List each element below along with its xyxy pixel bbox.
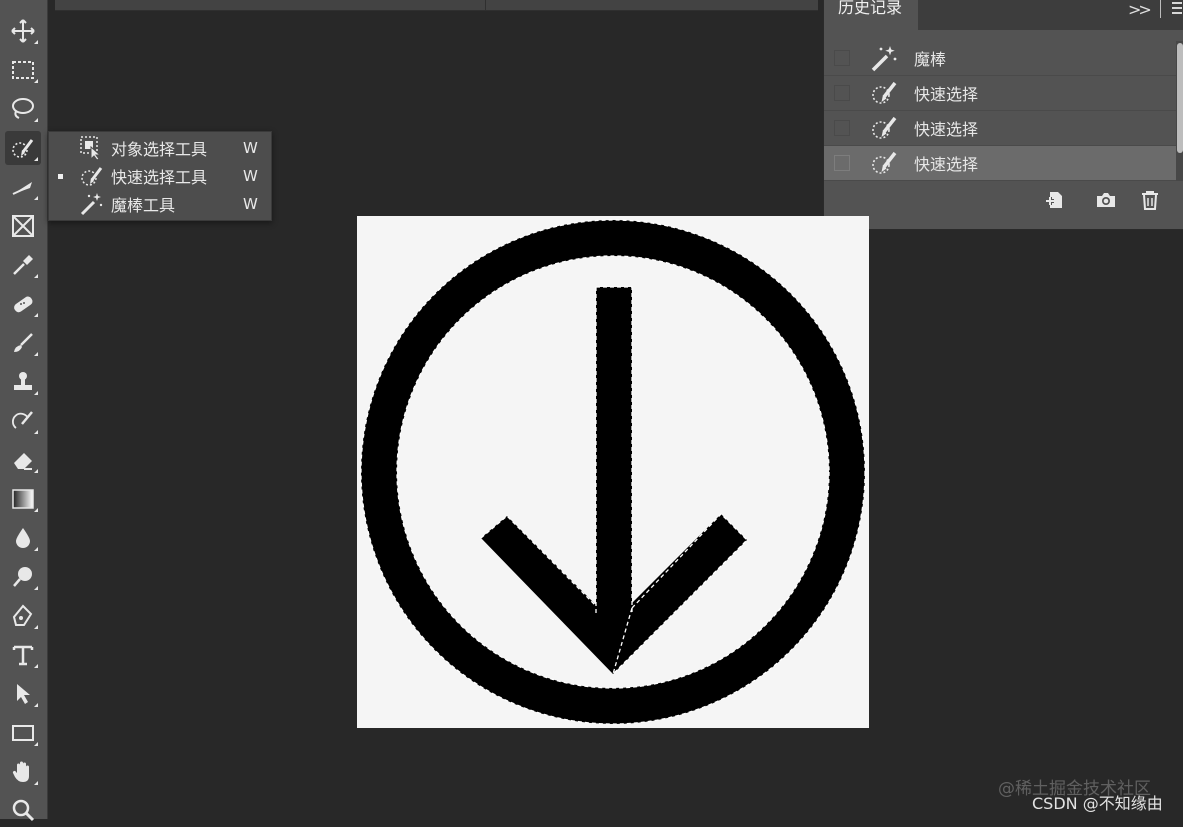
trash-icon[interactable]	[1139, 189, 1161, 211]
history-item-label: 快速选择	[914, 120, 979, 139]
panel-menu-icon[interactable]	[1172, 2, 1182, 17]
history-item-label: 魔棒	[914, 50, 947, 69]
blur-tool[interactable]	[5, 521, 41, 555]
history-panel-footer	[824, 182, 1183, 218]
flyout-item-object-selection[interactable]: 对象选择工具 W	[49, 134, 271, 162]
quick-selection-icon	[872, 151, 897, 174]
flyout-item-magic-wand[interactable]: 魔棒工具 W	[49, 190, 271, 218]
flyout-item-label: 魔棒工具	[111, 196, 176, 215]
pen-tool[interactable]	[5, 599, 41, 633]
dodge-tool[interactable]	[5, 560, 41, 594]
crop-tool[interactable]	[5, 170, 41, 204]
eyedropper-icon	[13, 255, 33, 275]
gradient-tool[interactable]	[5, 482, 41, 516]
history-panel: 历史记录 >> 魔棒 快速选择 快速选择 快速选择	[823, 0, 1183, 230]
bandage-icon	[14, 296, 33, 313]
eyedropper-tool[interactable]	[5, 248, 41, 282]
history-brush-icon	[12, 411, 33, 429]
healing-brush-tool[interactable]	[5, 287, 41, 321]
history-item-label: 快速选择	[914, 155, 979, 174]
flyout-item-label: 快速选择工具	[111, 168, 208, 187]
arrow-pointer-icon	[17, 684, 30, 704]
shortcut-key: W	[243, 167, 258, 185]
brush-icon	[14, 333, 33, 352]
type-icon	[12, 645, 34, 666]
quick-selection-icon	[81, 167, 103, 186]
history-item[interactable]: 魔棒	[824, 41, 1176, 76]
object-selection-icon	[80, 136, 102, 161]
download-arrow-image	[360, 219, 866, 725]
rectangle-icon	[12, 725, 34, 741]
lasso-icon	[12, 98, 34, 119]
document-canvas[interactable]	[357, 216, 869, 728]
stamp-icon	[14, 372, 32, 390]
clone-stamp-tool[interactable]	[5, 365, 41, 399]
path-selection-tool[interactable]	[5, 677, 41, 711]
history-item-label: 快速选择	[914, 85, 979, 104]
frame-icon	[12, 215, 34, 237]
new-document-from-state-icon[interactable]	[1044, 189, 1066, 211]
type-tool[interactable]	[5, 638, 41, 672]
move-tool[interactable]	[5, 14, 41, 48]
panel-header: 历史记录 >>	[824, 0, 1183, 30]
selection-tools-flyout: 对象选择工具 W 快速选择工具 W 魔棒工具 W	[48, 131, 272, 221]
history-item[interactable]: 快速选择	[824, 111, 1176, 146]
history-scrollbar[interactable]	[1176, 41, 1183, 181]
active-tool-indicator	[58, 173, 63, 179]
flyout-item-quick-selection[interactable]: 快速选择工具 W	[49, 162, 271, 190]
eraser-icon	[14, 453, 32, 470]
history-item[interactable]: 快速选择	[824, 76, 1176, 111]
zoom-tool[interactable]	[5, 793, 41, 827]
gradient-icon	[12, 489, 34, 509]
hand-icon	[12, 761, 29, 782]
magnifier-icon	[12, 799, 35, 822]
quick-selection-icon	[872, 116, 897, 139]
snapshot-source-checkbox[interactable]	[834, 120, 850, 136]
camera-snapshot-icon[interactable]	[1095, 189, 1117, 211]
history-item-current[interactable]: 快速选择	[824, 146, 1176, 181]
snapshot-source-checkbox[interactable]	[834, 50, 850, 66]
rectangle-tool[interactable]	[5, 716, 41, 750]
quick-selection-icon	[12, 139, 34, 158]
shortcut-key: W	[243, 139, 258, 157]
slice-icon	[12, 182, 32, 195]
pen-icon	[12, 604, 33, 626]
flyout-item-label: 对象选择工具	[111, 140, 208, 159]
snapshot-source-checkbox[interactable]	[834, 155, 850, 171]
tab-history[interactable]: 历史记录	[824, 0, 918, 30]
history-brush-tool[interactable]	[5, 404, 41, 438]
brush-tool[interactable]	[5, 326, 41, 360]
frame-tool[interactable]	[5, 209, 41, 243]
history-list: 魔棒 快速选择 快速选择 快速选择	[824, 41, 1176, 181]
collapse-panel-icon[interactable]: >>	[1128, 0, 1152, 19]
hand-tool[interactable]	[5, 755, 41, 789]
magic-wand-icon	[80, 193, 103, 216]
eraser-tool[interactable]	[5, 443, 41, 477]
header-divider	[1160, 0, 1161, 18]
dodge-icon	[13, 567, 32, 587]
snapshot-source-checkbox[interactable]	[834, 85, 850, 101]
shortcut-key: W	[243, 195, 258, 213]
options-bar-edge	[55, 0, 818, 11]
lasso-tool[interactable]	[5, 92, 41, 126]
tools-panel	[0, 0, 48, 822]
rectangular-marquee-icon	[12, 61, 34, 79]
quick-selection-tool[interactable]	[5, 131, 41, 165]
watermark-csdn: CSDN @不知缘由	[1032, 794, 1163, 813]
scrollbar-thumb[interactable]	[1177, 43, 1183, 153]
magic-wand-icon	[871, 46, 897, 72]
water-drop-icon	[16, 528, 30, 548]
move-icon	[11, 19, 35, 43]
marquee-tool[interactable]	[5, 53, 41, 87]
quick-selection-icon	[872, 81, 897, 104]
